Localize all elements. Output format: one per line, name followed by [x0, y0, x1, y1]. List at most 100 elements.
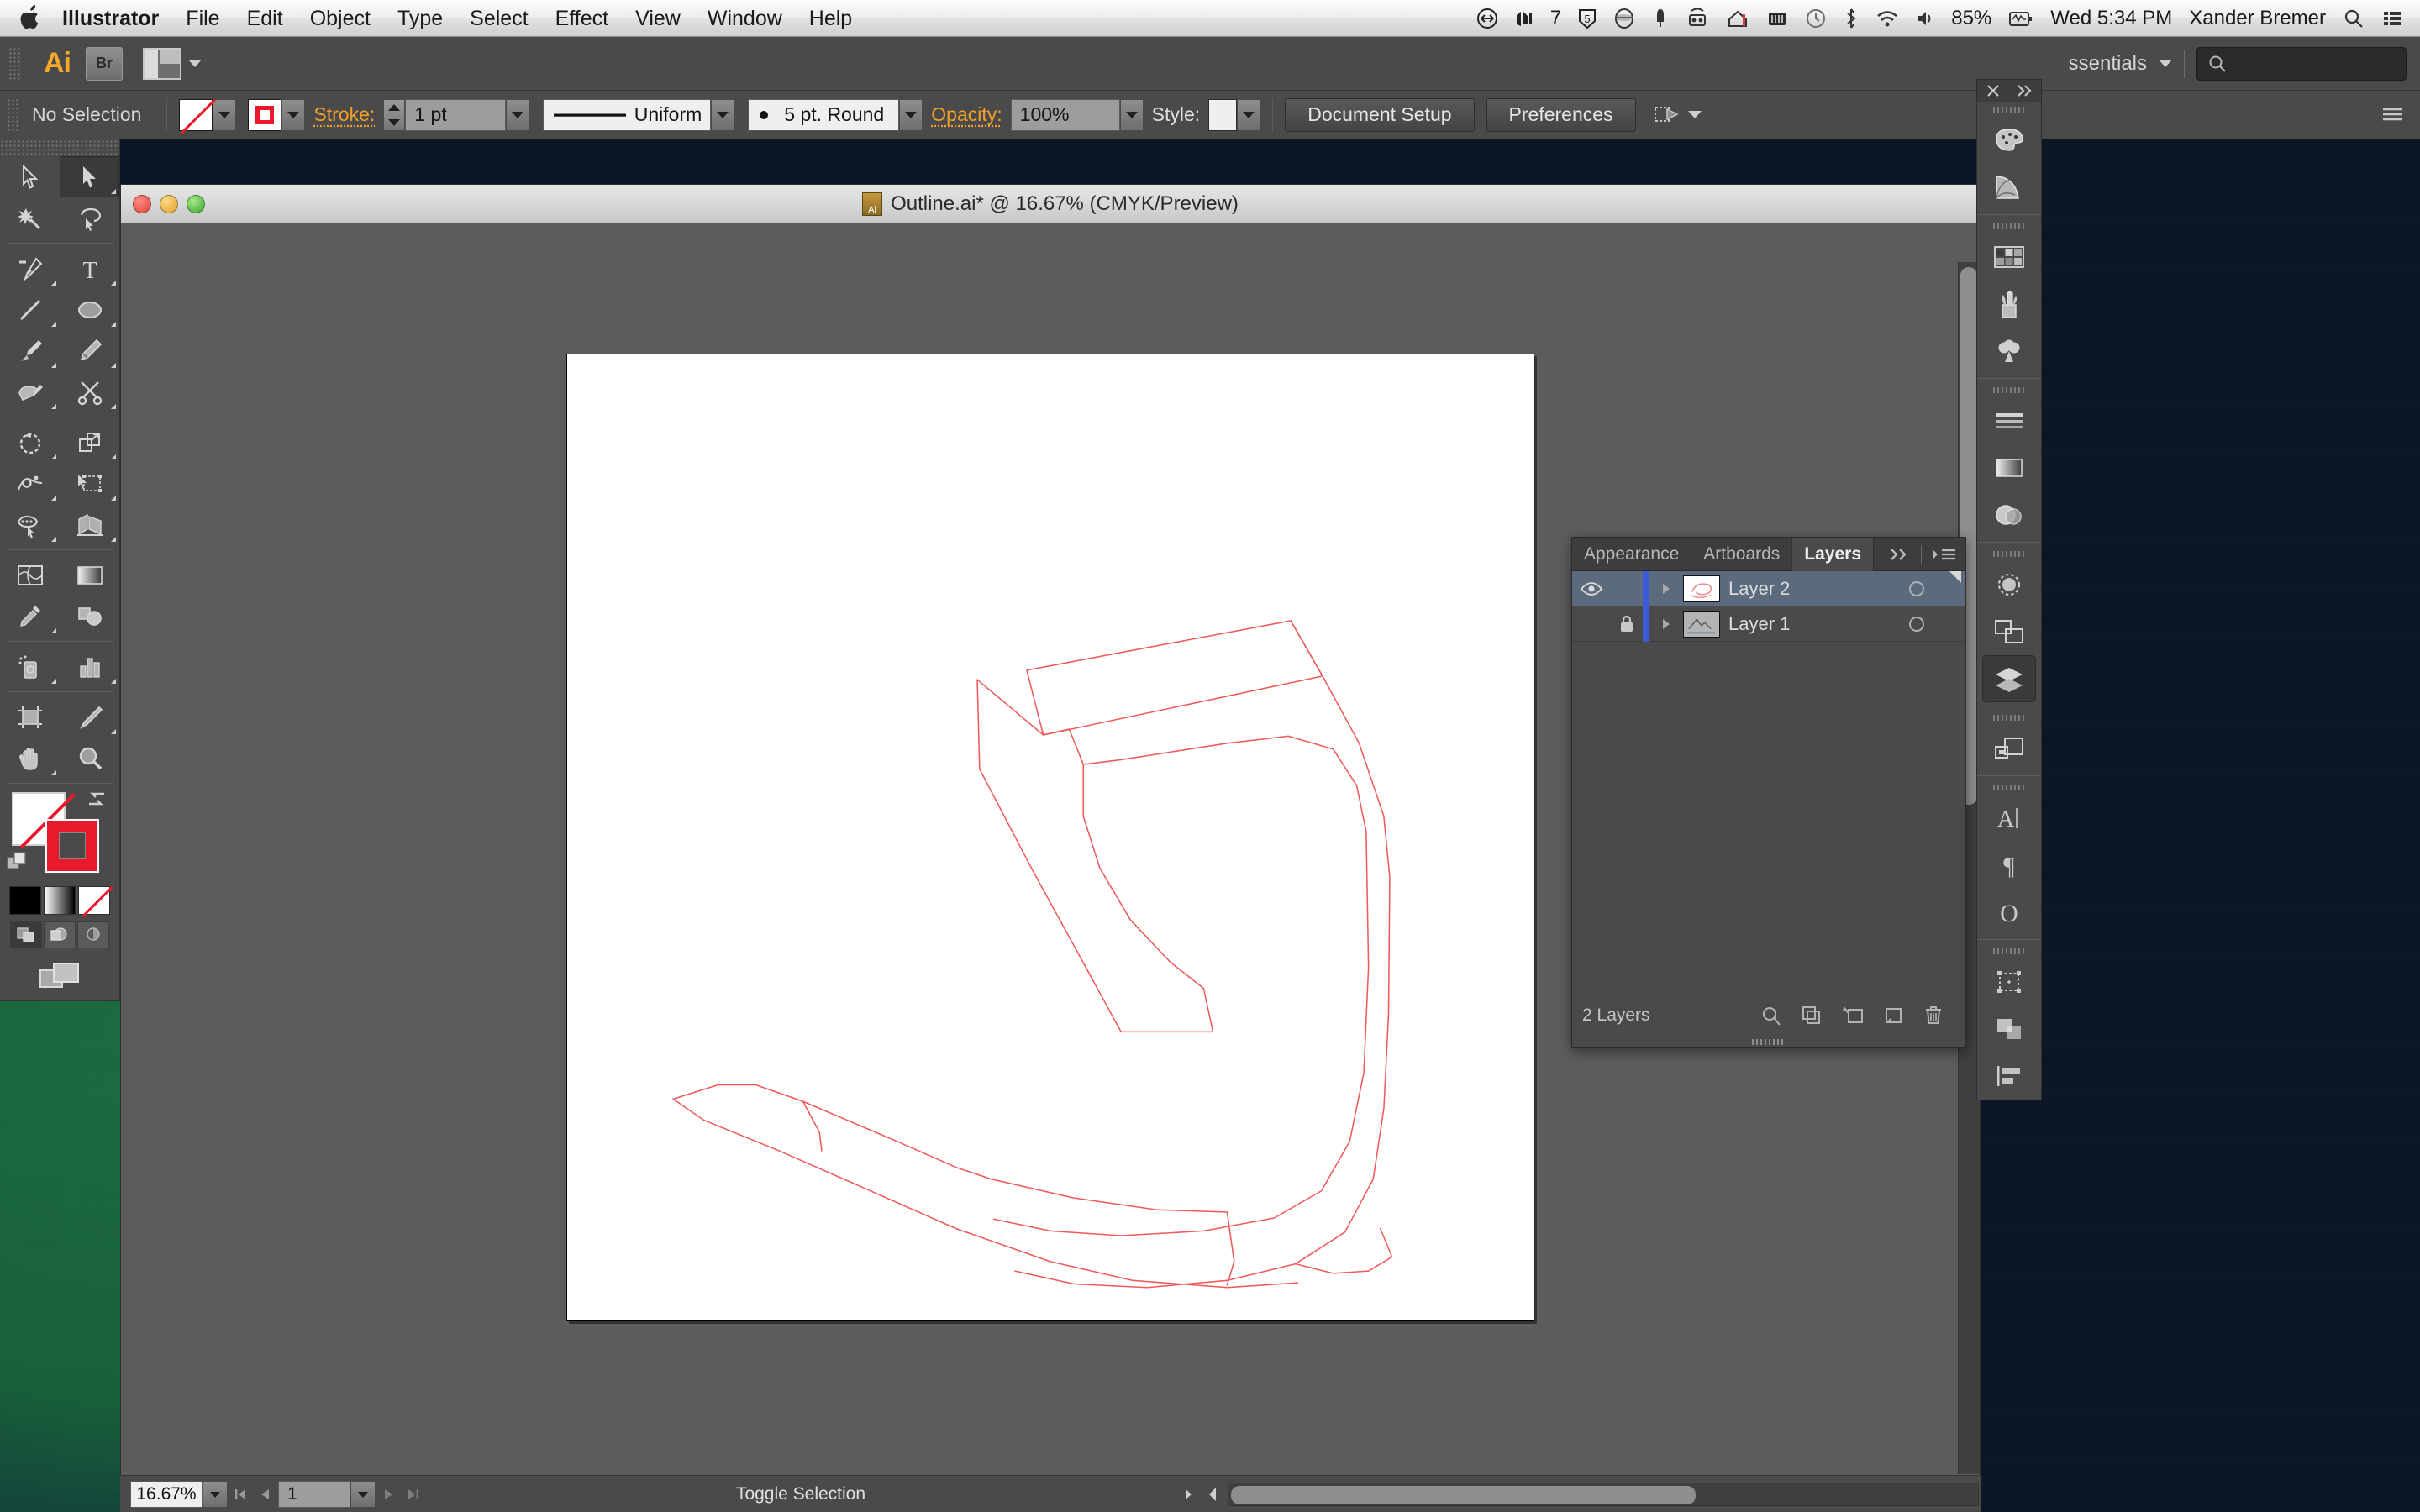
black-color-icon[interactable] — [9, 886, 41, 915]
menu-help[interactable]: Help — [796, 0, 865, 37]
artboard[interactable] — [566, 354, 1534, 1321]
screen-sharing-icon[interactable] — [1677, 0, 1718, 37]
stroke-weight-stepper[interactable] — [383, 98, 406, 131]
menu-view[interactable]: View — [622, 0, 694, 37]
tool-flyout-indicator[interactable] — [111, 496, 116, 501]
preferences-button[interactable]: Preferences — [1486, 97, 1636, 132]
status-text[interactable]: Toggle Selection — [426, 1484, 1176, 1504]
make-clipping-mask-icon[interactable] — [1801, 1005, 1823, 1026]
status-menu-icon[interactable] — [1176, 1481, 1201, 1508]
stroke-color-swatch[interactable] — [45, 819, 99, 873]
tool-flyout-indicator[interactable] — [111, 322, 116, 327]
apple-logo-icon[interactable] — [12, 5, 49, 31]
appbar-gripper[interactable] — [8, 46, 20, 81]
battery-percentage[interactable]: 85% — [1943, 0, 2000, 37]
none-fill-swatch[interactable] — [179, 98, 213, 131]
locate-object-icon[interactable] — [1760, 1005, 1782, 1026]
layers-list[interactable]: Layer 2 Layer 1 — [1572, 570, 1965, 995]
controlbar-gripper[interactable] — [7, 97, 18, 132]
menu-status-7[interactable]: 7 — [1542, 0, 1570, 37]
tool-flyout-indicator[interactable] — [111, 729, 116, 734]
pathfinder-panel-icon[interactable] — [1977, 1005, 2041, 1053]
menu-illustrator[interactable]: Illustrator — [49, 0, 172, 37]
pencil-tool[interactable] — [60, 330, 119, 371]
dock-gripper[interactable] — [1977, 382, 2041, 397]
align-panel-icon[interactable] — [1977, 1053, 2041, 1100]
search-input[interactable] — [2196, 46, 2407, 81]
zoom-level-field[interactable]: 16.67% — [130, 1480, 203, 1508]
selection-tool[interactable] — [0, 156, 60, 197]
delete-selection-icon[interactable] — [1923, 1005, 1944, 1026]
blend-tool[interactable] — [60, 596, 119, 637]
color-panel-icon[interactable] — [1977, 117, 2041, 164]
tool-flyout-indicator[interactable] — [111, 679, 116, 684]
style-dropdown[interactable] — [1237, 98, 1261, 131]
transform-icon[interactable] — [1651, 102, 1680, 128]
none-icon[interactable] — [78, 886, 110, 915]
swatches-panel-icon[interactable] — [1977, 234, 2041, 281]
tool-flyout-indicator[interactable] — [111, 281, 116, 286]
layer-lock-toggle[interactable] — [1611, 615, 1643, 633]
dock-gripper[interactable] — [1977, 710, 2041, 725]
dropbox-icon[interactable] — [1605, 0, 1644, 37]
notification-bell-icon[interactable] — [1644, 0, 1677, 37]
links-panel-icon[interactable] — [1977, 725, 2041, 772]
menu-bar-username[interactable]: Xander Bremer — [2181, 0, 2334, 37]
glyphs-panel-icon[interactable]: O — [1977, 889, 2041, 936]
menu-object[interactable]: Object — [297, 0, 384, 37]
scale-tool[interactable] — [60, 422, 119, 463]
battery-status-icon[interactable] — [2000, 0, 2042, 37]
menu-bar-clock[interactable]: Wed 5:34 PM — [2042, 0, 2181, 37]
stroke-dropdown-button[interactable] — [281, 98, 306, 131]
close-icon[interactable] — [1986, 83, 2001, 98]
change-screen-mode-icon[interactable] — [0, 960, 119, 992]
previous-artboard-icon[interactable] — [253, 1481, 278, 1508]
graphic-style-swatch[interactable] — [1208, 98, 1238, 131]
width-tool[interactable] — [0, 463, 60, 504]
shield-5-icon[interactable]: 5 — [1570, 0, 1605, 37]
create-new-layer-icon[interactable] — [1883, 1005, 1905, 1026]
layer-name[interactable]: Layer 1 — [1728, 613, 1891, 635]
backup-icon[interactable] — [1718, 0, 1758, 37]
eyedropper-tool[interactable] — [0, 596, 60, 637]
menu-type[interactable]: Type — [384, 0, 456, 37]
opacity-value[interactable]: 100% — [1010, 98, 1120, 131]
layer-row-layer-2[interactable]: Layer 2 — [1572, 570, 1965, 606]
appearance-panel-icon[interactable] — [1977, 561, 2041, 608]
chevron-down-icon[interactable] — [2159, 60, 2172, 67]
launch-bridge-button[interactable]: Br — [86, 46, 123, 81]
blob-brush-tool[interactable] — [0, 371, 60, 412]
zoom-dropdown-button[interactable] — [203, 1480, 228, 1508]
search-icon[interactable] — [2334, 0, 2373, 37]
stroke-weight-control[interactable]: 1 pt — [383, 98, 530, 131]
notification-center-icon[interactable] — [2373, 0, 2412, 37]
menu-effect[interactable]: Effect — [542, 0, 622, 37]
tool-flyout-indicator[interactable] — [51, 679, 56, 684]
artboards-panel-icon[interactable] — [1977, 608, 2041, 655]
menu-window[interactable]: Window — [694, 0, 796, 37]
audio-meter-icon[interactable] — [1507, 0, 1542, 37]
paintbrush-tool[interactable] — [0, 330, 60, 371]
free-transform-tool[interactable] — [60, 463, 119, 504]
swap-fill-stroke-icon[interactable] — [84, 789, 109, 809]
horizontal-scrollbar[interactable] — [1228, 1482, 1979, 1506]
variable-width-dropdown[interactable] — [711, 98, 735, 131]
mesh-tool[interactable] — [0, 554, 60, 596]
rotate-tool[interactable] — [0, 422, 60, 463]
brushes-panel-icon[interactable] — [1977, 281, 2041, 328]
draw-normal-icon[interactable] — [10, 921, 42, 948]
pen-tool[interactable] — [0, 248, 60, 289]
workspace-name[interactable]: ssentials — [2069, 52, 2147, 76]
symbols-panel-icon[interactable] — [1977, 328, 2041, 375]
gradient-tool[interactable] — [60, 554, 119, 596]
gradient-panel-icon[interactable] — [1977, 444, 2041, 491]
tool-flyout-indicator[interactable] — [51, 454, 56, 459]
tool-flyout-indicator[interactable] — [51, 770, 56, 775]
dock-gripper[interactable] — [1977, 546, 2041, 561]
default-fill-stroke-icon[interactable] — [7, 851, 29, 873]
transparency-panel-icon[interactable] — [1977, 491, 2041, 538]
panel-menu-icon[interactable] — [1932, 547, 1957, 562]
scissors-tool[interactable] — [60, 371, 119, 412]
brush-definition-dropdown[interactable] — [899, 98, 923, 131]
transform-panel-icon[interactable] — [1977, 958, 2041, 1005]
